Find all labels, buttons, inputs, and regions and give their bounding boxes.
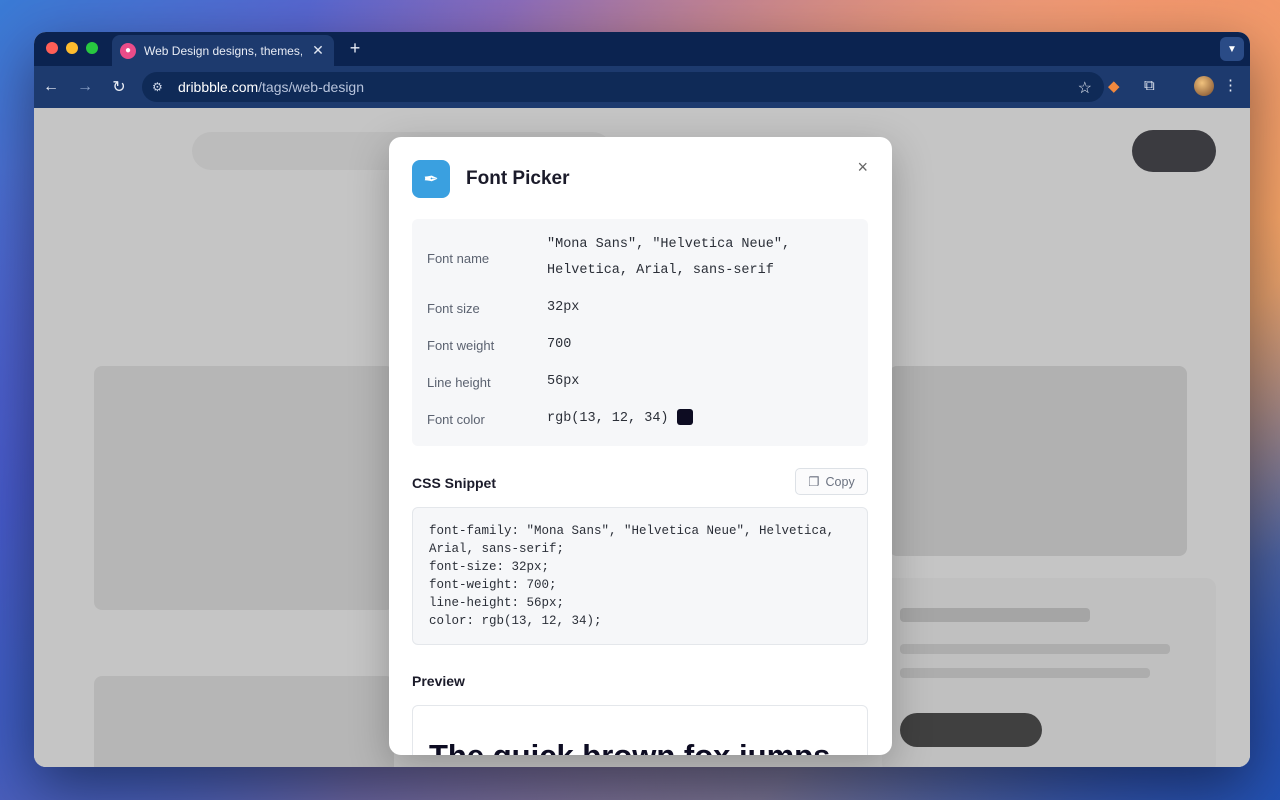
browser-window: ● Web Design designs, themes, ✕ + ▼ ← → … <box>34 32 1250 767</box>
css-snippet-heading: CSS Snippet <box>412 475 497 491</box>
window-controls <box>46 42 98 54</box>
url-text: dribbble.com/tags/web-design <box>178 79 364 95</box>
close-dialog-icon[interactable]: × <box>857 157 868 178</box>
copy-button[interactable]: ❐ Copy <box>795 468 868 495</box>
dialog-header: ✒ Font Picker <box>412 160 569 198</box>
new-tab-button[interactable]: + <box>344 38 366 59</box>
property-row-font-name: Font name "Mona Sans", "Helvetica Neue",… <box>427 232 857 284</box>
snippet-line: color: rgb(13, 12, 34); <box>429 614 602 628</box>
snippet-line: line-height: 56px; <box>429 596 565 610</box>
profile-avatar[interactable] <box>1194 76 1214 96</box>
close-window-button[interactable] <box>46 42 58 54</box>
clipboard-icon: ❐ <box>808 475 820 489</box>
site-settings-icon[interactable]: ⚙ <box>152 80 174 94</box>
property-label: Line height <box>427 374 491 390</box>
tab-dribbble[interactable]: ● Web Design designs, themes, ✕ <box>112 35 334 66</box>
browser-menu-icon[interactable]: ⋮ <box>1223 76 1238 94</box>
preview-text: The quick brown fox jumps <box>429 728 851 755</box>
font-picker-dialog: ✒ Font Picker × Font name "Mona Sans", "… <box>389 137 892 755</box>
tab-title: Web Design designs, themes, <box>144 43 302 58</box>
dribbble-favicon-icon: ● <box>120 42 136 59</box>
url-path: /tags/web-design <box>258 79 364 95</box>
font-preview-box: The quick brown fox jumps <box>412 705 868 755</box>
extensions-puzzle-icon[interactable]: ⧉ <box>1144 77 1155 94</box>
snippet-line: Arial, sans-serif; <box>429 542 565 556</box>
pen-nib-icon: ✒ <box>412 160 450 198</box>
browser-toolbar: ← → ↻ ⚙ dribbble.com/tags/web-design ☆ ◆… <box>34 66 1250 108</box>
font-properties-panel: Font name "Mona Sans", "Helvetica Neue",… <box>412 219 868 446</box>
tab-strip: ● Web Design designs, themes, ✕ + ▼ <box>34 32 1250 66</box>
back-arrow-icon[interactable]: ← <box>34 78 68 96</box>
url-domain: dribbble.com <box>178 79 259 95</box>
property-label: Font color <box>427 411 485 427</box>
reload-icon[interactable]: ↻ <box>102 77 136 97</box>
property-row-line-height: Line height 56px <box>427 369 857 395</box>
tab-search-chevron-icon[interactable]: ▼ <box>1220 37 1244 61</box>
snippet-line: font-weight: 700; <box>429 578 557 592</box>
property-value: 56px <box>547 374 580 389</box>
font-color-swatch <box>676 409 693 426</box>
snippet-line: font-size: 32px; <box>429 560 550 574</box>
property-value: 700 <box>547 337 572 352</box>
bookmark-star-icon[interactable]: ☆ <box>1078 78 1092 98</box>
preview-heading: Preview <box>412 673 465 689</box>
tab-close-icon[interactable]: ✕ <box>310 42 326 59</box>
maximize-window-button[interactable] <box>86 42 98 54</box>
copy-label: Copy <box>825 474 855 489</box>
property-row-font-size: Font size 32px <box>427 295 857 321</box>
css-snippet-block[interactable]: font-family: "Mona Sans", "Helvetica Neu… <box>412 507 868 645</box>
property-value: rgb(13, 12, 34) <box>547 406 693 432</box>
address-bar[interactable]: ⚙ dribbble.com/tags/web-design ☆ <box>142 72 1104 102</box>
metamask-extension-icon[interactable]: ◆ <box>1108 77 1120 95</box>
dialog-title: Font Picker <box>466 168 570 189</box>
property-label: Font size <box>427 300 480 316</box>
property-value: 32px <box>547 300 580 315</box>
property-row-font-color: Font color rgb(13, 12, 34) <box>427 406 857 432</box>
minimize-window-button[interactable] <box>66 42 78 54</box>
property-row-font-weight: Font weight 700 <box>427 332 857 358</box>
property-label: Font weight <box>427 337 495 353</box>
property-label: Font name <box>427 250 490 266</box>
property-value: "Mona Sans", "Helvetica Neue", Helvetica,… <box>547 237 791 278</box>
snippet-line: font-family: "Mona Sans", "Helvetica Neu… <box>429 524 835 538</box>
forward-arrow-icon[interactable]: → <box>68 78 102 96</box>
